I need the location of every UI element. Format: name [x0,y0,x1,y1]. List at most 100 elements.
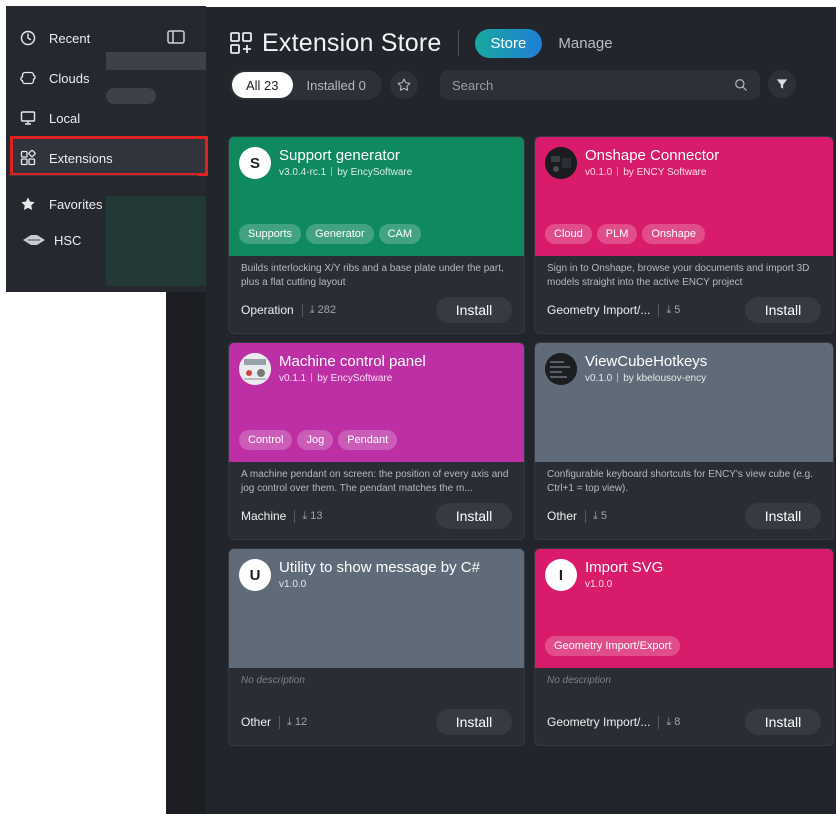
favorites-filter-button[interactable] [389,71,418,99]
extension-version: v0.1.0 [585,167,613,178]
install-button[interactable]: Install [745,709,821,735]
sidebar-item-extensions[interactable]: Extensions [20,146,113,170]
pendant-thumbnail-icon [239,353,271,385]
filter-all[interactable]: All 23 [232,72,293,98]
tag[interactable]: Cloud [545,224,592,244]
filter-installed[interactable]: Installed 0 [293,72,380,98]
extension-author: by kbelousov-ency [623,373,707,384]
extension-avatar: I [545,559,577,591]
extension-version: v1.0.0 [585,579,613,590]
extension-card[interactable]: ViewCubeHotkeys v0.1.0 by kbelousov-ency … [534,342,834,540]
search-icon[interactable] [734,78,748,92]
extension-meta: v0.1.0 by ENCY Software [585,167,706,178]
sidebar-item-clouds[interactable]: Clouds [20,66,89,90]
meta-divider [331,167,333,176]
filter-button[interactable] [768,70,796,98]
download-count: ⤓ 282 [301,303,336,317]
sidebar-item-local[interactable]: Local [20,106,80,130]
tab-manage[interactable]: Manage [558,35,612,52]
onshape-logo-icon [545,147,577,179]
star-outline-icon [397,78,411,91]
tag-list: Control Jog Pendant [239,430,398,450]
clock-icon [20,30,36,46]
card-footer: Machine ⤓ 13 Install [241,503,512,529]
extension-meta: v1.0.0 [279,579,306,590]
tag[interactable]: Onshape [642,224,706,244]
download-icon: ⤓ [666,715,672,728]
download-icon: ⤓ [593,509,598,522]
card-footer: Geometry Import/... ⤓ 5 Install [547,297,821,323]
tag[interactable]: PLM [596,224,638,244]
filter-bar: All 23 Installed 0 [230,70,418,100]
search-input[interactable] [452,77,734,93]
tag[interactable]: Geometry Import/Export [545,636,681,656]
tag[interactable]: Control [239,430,293,450]
tag-list: Cloud PLM Onshape [545,224,706,244]
extension-avatar: U [239,559,271,591]
tag-list: Geometry Import/Export [545,636,681,656]
download-count-value: 12 [294,716,308,728]
install-filter-segment: All 23 Installed 0 [230,70,382,100]
tab-store[interactable]: Store [474,28,543,58]
page-title: Extension Store [262,28,442,57]
extension-description: No description [241,675,305,686]
extension-version: v3.0.4-rc.1 [279,167,327,178]
sidebar-divider [8,175,198,176]
card-banner: S Support generator v3.0.4-rc.1 by EncySo… [229,137,524,256]
download-icon: ⤓ [666,303,672,316]
sidebar-item-hsc[interactable]: HSC [22,228,81,252]
star-icon [20,196,36,212]
tag[interactable]: Generator [306,224,374,244]
extension-version: v1.0.0 [279,579,307,590]
tag[interactable]: Supports [239,224,302,244]
extension-name: Onshape Connector [585,147,720,164]
funnel-icon [776,79,788,89]
card-footer: Operation ⤓ 282 Install [241,297,512,323]
meta-divider [617,373,619,382]
card-banner: I Import SVG v1.0.0 Geometry Import/Expo… [535,549,833,668]
install-button[interactable]: Install [436,297,512,323]
extension-name: Support generator [279,147,400,164]
extension-category: Geometry Import/... [547,715,651,729]
header-divider [457,30,459,56]
extension-card[interactable]: I Import SVG v1.0.0 Geometry Import/Expo… [534,548,834,746]
sidebar-toggle-icon[interactable] [167,30,185,44]
card-banner: Onshape Connector v0.1.0 by ENCY Software… [535,137,833,256]
extension-category: Geometry Import/... [547,303,651,317]
sidebar-item-favorites[interactable]: Favorites [20,192,102,216]
extension-description: Builds interlocking X/Y ribs and a base … [241,263,504,288]
tag[interactable]: CAM [378,224,422,244]
extension-description: No description [547,675,611,686]
extension-card[interactable]: Machine control panel v0.1.1 by EncySoftw… [228,342,525,540]
sidebar-item-label: Local [49,110,81,126]
cloud-icon [20,70,36,86]
tag[interactable]: Jog [297,430,334,450]
extension-name: Utility to show message by C# [279,559,480,576]
sidebar-item-label: HSC [54,232,82,248]
card-footer: Other ⤓ 12 Install [241,709,512,735]
search-box [440,70,760,100]
download-count: ⤓ 12 [279,715,308,729]
extension-author: by EncySoftware [317,373,393,384]
tag[interactable]: Pendant [338,430,398,450]
sidebar-item-recent[interactable]: Recent [20,26,90,50]
extension-author: by EncySoftware [337,167,413,178]
extension-description: Configurable keyboard shortcuts for ENCY… [547,469,813,494]
extension-card[interactable]: S Support generator v3.0.4-rc.1 by EncySo… [228,136,525,334]
download-count-value: 5 [674,304,681,316]
extension-card[interactable]: U Utility to show message by C# v1.0.0 N… [228,548,525,746]
extensions-icon [20,150,36,166]
download-count: ⤓ 5 [658,303,681,317]
sidebar-item-label: Favorites [49,196,103,212]
install-button[interactable]: Install [745,297,821,323]
extension-avatar: S [239,147,271,179]
card-footer: Geometry Import/... ⤓ 8 Install [547,709,821,735]
install-button[interactable]: Install [436,709,512,735]
download-icon: ⤓ [309,303,315,316]
meta-divider [311,373,313,382]
extension-card[interactable]: Onshape Connector v0.1.0 by ENCY Software… [534,136,834,334]
install-button[interactable]: Install [745,503,821,529]
install-button[interactable]: Install [436,503,512,529]
store-header: Extension Store Store Manage [229,28,613,58]
download-count: ⤓ 8 [658,715,680,729]
